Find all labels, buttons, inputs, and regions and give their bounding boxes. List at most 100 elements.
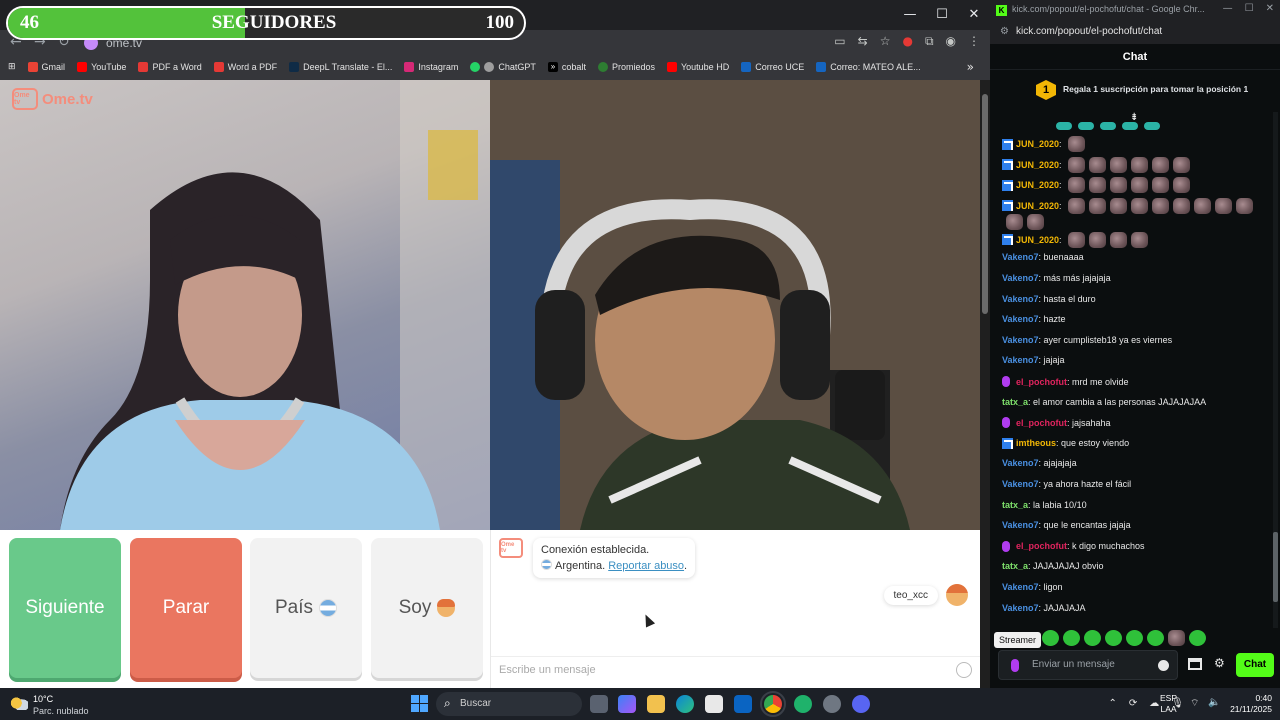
maximize-button[interactable]: ☐ bbox=[1245, 3, 1254, 14]
chat-username[interactable]: JUN_2020 bbox=[1016, 139, 1059, 149]
emote-icon[interactable] bbox=[1110, 177, 1128, 194]
emoji-picker-icon[interactable] bbox=[1158, 660, 1169, 671]
bookmark-chatgpt[interactable]: ChatGPT bbox=[470, 62, 536, 72]
copilot-icon[interactable] bbox=[618, 695, 636, 713]
emote-icon[interactable] bbox=[1006, 213, 1023, 230]
volume-icon[interactable]: 🔈 bbox=[1208, 697, 1220, 708]
subscriber-badge-icon[interactable] bbox=[1002, 234, 1013, 246]
bookmark-instagram[interactable]: Instagram bbox=[404, 62, 458, 72]
chrome-icon[interactable] bbox=[760, 691, 786, 717]
chat-username[interactable]: Vakeno7 bbox=[1002, 273, 1039, 283]
emote-icon[interactable] bbox=[1110, 156, 1128, 173]
emote-icon[interactable] bbox=[1215, 197, 1233, 214]
chat-username[interactable]: imtheous bbox=[1016, 438, 1056, 448]
chat-username[interactable]: Vakeno7 bbox=[1002, 314, 1039, 324]
emote-icon[interactable] bbox=[1068, 197, 1086, 214]
gear-icon[interactable]: ⚙ bbox=[1214, 656, 1225, 670]
more-bookmarks-icon[interactable]: » bbox=[967, 60, 974, 74]
emote-icon[interactable] bbox=[1194, 197, 1212, 214]
emote-icon[interactable] bbox=[1173, 197, 1191, 214]
browser-menu-icon[interactable]: ⋮ bbox=[968, 34, 980, 49]
ms-store-icon[interactable] bbox=[705, 695, 723, 713]
subscriber-badge-icon[interactable] bbox=[1002, 159, 1013, 171]
stop-button[interactable]: Parar bbox=[130, 538, 242, 678]
emote-icon[interactable] bbox=[1110, 231, 1128, 248]
chat-username[interactable]: Vakeno7 bbox=[1002, 603, 1039, 613]
emote-icon[interactable] bbox=[1110, 197, 1128, 214]
report-abuse-link[interactable]: Reportar abuso bbox=[608, 560, 684, 572]
emote-icon[interactable] bbox=[1173, 156, 1191, 173]
chat-username[interactable]: JUN_2020 bbox=[1016, 201, 1059, 211]
chat-username[interactable]: JUN_2020 bbox=[1016, 180, 1059, 190]
emote-icon[interactable] bbox=[1068, 177, 1086, 194]
chat-username[interactable]: Vakeno7 bbox=[1002, 252, 1039, 262]
emote-icon[interactable] bbox=[1131, 231, 1149, 248]
gift-sub-promo[interactable]: 1 Regala 1 suscripción para tomar la pos… bbox=[990, 72, 1280, 112]
emote-icon[interactable] bbox=[1147, 630, 1164, 646]
bookmark-cobalt[interactable]: » cobalt bbox=[547, 62, 586, 72]
chat-username[interactable]: el_pochofut bbox=[1016, 418, 1067, 428]
page-scrollbar-thumb[interactable] bbox=[982, 94, 988, 314]
tray-overflow-icon[interactable]: ⌃ bbox=[1109, 698, 1117, 709]
outlook-icon[interactable] bbox=[734, 695, 752, 713]
chat-username[interactable]: Vakeno7 bbox=[1002, 355, 1039, 365]
site-settings-icon[interactable]: ⚙ bbox=[1000, 26, 1009, 37]
emote-icon[interactable] bbox=[1131, 197, 1149, 214]
emote-icon[interactable] bbox=[1089, 197, 1107, 214]
bookmark-correo-mateo[interactable]: Correo: MATEO ALE... bbox=[816, 62, 921, 72]
kick-address-bar[interactable]: ⚙ kick.com/popout/el-pochofut/chat bbox=[990, 22, 1280, 44]
bookmark-deepl[interactable]: DeepL Translate - El... bbox=[289, 62, 392, 72]
smiley-icon[interactable] bbox=[956, 662, 972, 678]
emote-icon[interactable] bbox=[1173, 177, 1191, 194]
network-icon[interactable]: ⌔ bbox=[1190, 697, 1199, 710]
country-button[interactable]: País bbox=[250, 538, 362, 678]
close-button[interactable]: ✕ bbox=[1266, 3, 1274, 14]
bookmark-promiedos[interactable]: Promiedos bbox=[597, 62, 655, 72]
input-language[interactable]: ESP LAA bbox=[1160, 693, 1177, 715]
chat-username[interactable]: Vakeno7 bbox=[1002, 335, 1039, 345]
emote-icon[interactable] bbox=[1131, 177, 1149, 194]
utorrent-icon[interactable] bbox=[794, 695, 812, 713]
emote-icon[interactable] bbox=[1027, 213, 1044, 230]
emote-icon[interactable] bbox=[1152, 177, 1170, 194]
chat-username[interactable]: el_pochofut bbox=[1016, 541, 1067, 551]
emote-icon[interactable] bbox=[1063, 630, 1080, 646]
start-button-icon[interactable] bbox=[411, 695, 428, 712]
chat-scrollbar-thumb[interactable] bbox=[1273, 532, 1278, 602]
emote-icon[interactable] bbox=[1089, 177, 1107, 194]
chat-username[interactable]: tatx_a bbox=[1002, 397, 1028, 407]
translate-icon[interactable]: ⇆ bbox=[858, 34, 868, 49]
emote-icon[interactable] bbox=[1068, 136, 1086, 152]
chat-username[interactable]: tatx_a bbox=[1002, 561, 1028, 571]
bookmark-word-a-pdf[interactable]: Word a PDF bbox=[213, 62, 277, 72]
subscriber-badge-icon[interactable] bbox=[1002, 138, 1013, 150]
emote-icon[interactable] bbox=[1105, 630, 1122, 646]
discord-icon[interactable] bbox=[852, 695, 870, 713]
task-view-icon[interactable] bbox=[590, 695, 608, 713]
gender-button[interactable]: Soy bbox=[371, 538, 483, 678]
subscriber-badge-icon[interactable] bbox=[1002, 200, 1013, 212]
minimize-button[interactable]: — bbox=[1223, 3, 1233, 14]
store-icon[interactable] bbox=[1188, 658, 1202, 670]
chat-username[interactable]: Vakeno7 bbox=[1002, 582, 1039, 592]
chat-username[interactable]: Vakeno7 bbox=[1002, 294, 1039, 304]
broadcaster-badge-icon[interactable] bbox=[1002, 540, 1010, 552]
emote-icon[interactable] bbox=[1042, 630, 1059, 646]
sync-icon[interactable]: ⟳ bbox=[1129, 698, 1137, 709]
broadcaster-badge-icon[interactable] bbox=[1002, 376, 1010, 387]
emote-icon[interactable] bbox=[1168, 630, 1185, 646]
emote-icon[interactable] bbox=[1152, 156, 1170, 173]
emote-icon[interactable] bbox=[1084, 630, 1101, 646]
bookmark-correo-uce[interactable]: Correo UCE bbox=[741, 62, 804, 72]
chat-username[interactable]: Vakeno7 bbox=[1002, 520, 1039, 530]
emote-icon[interactable] bbox=[1152, 197, 1170, 214]
taskbar-search[interactable]: ⌕ Buscar bbox=[436, 692, 582, 716]
chat-username[interactable]: JUN_2020 bbox=[1016, 235, 1059, 245]
cast-icon[interactable]: ▭ bbox=[834, 34, 845, 49]
chat-username[interactable]: Vakeno7 bbox=[1002, 479, 1039, 489]
emote-icon[interactable] bbox=[1126, 630, 1143, 646]
bookmark-youtube[interactable]: YouTube bbox=[77, 62, 126, 72]
emote-icon[interactable] bbox=[1189, 630, 1206, 646]
chat-scrollbar[interactable] bbox=[1273, 112, 1278, 628]
bookmark-star-icon[interactable]: ☆ bbox=[880, 34, 891, 49]
